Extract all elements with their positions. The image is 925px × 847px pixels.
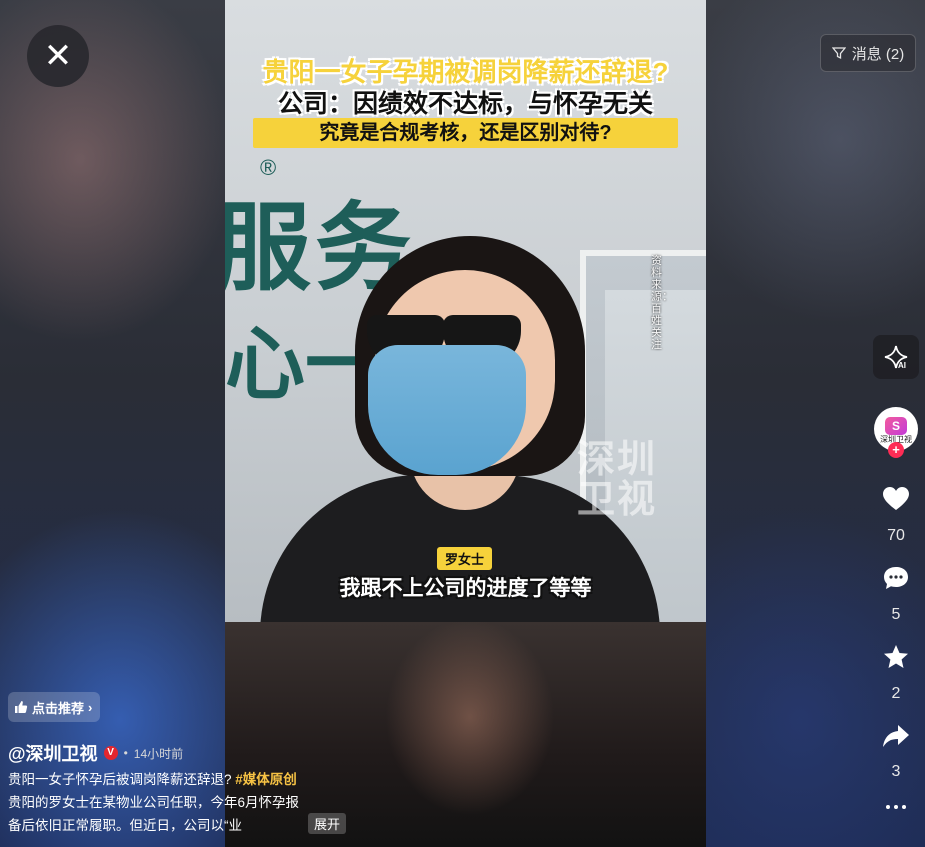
- star-icon: [884, 645, 908, 668]
- source-watermark: 资料来源：百姓关注: [651, 255, 673, 351]
- hashtag-link[interactable]: #媒体原创: [235, 772, 297, 787]
- share-icon: [883, 725, 909, 747]
- share-count: 3: [891, 763, 901, 780]
- filter-icon: [831, 47, 846, 60]
- comment-icon: [884, 567, 908, 589]
- heart-icon: [883, 487, 909, 510]
- chevron-right-icon: ›: [88, 699, 93, 715]
- thumbs-up-icon: [15, 701, 28, 713]
- author-row: @深圳卫视 V • 14小时前: [8, 740, 183, 766]
- comment-button[interactable]: [878, 562, 914, 594]
- video-headline-2: 公司：因绩效不达标，与怀孕无关: [277, 90, 653, 118]
- more-options-icon[interactable]: [880, 797, 912, 817]
- face-mask: [368, 345, 526, 475]
- brand-watermark-line1: 深圳: [577, 439, 658, 481]
- description-text-1: 贵阳一女子怀孕后被调岗降薪还辞退?: [8, 772, 236, 787]
- brand-watermark: 深圳 卫视: [577, 440, 657, 520]
- speaker-tag: 罗女士: [437, 547, 493, 570]
- author-name[interactable]: @深圳卫视: [8, 740, 98, 766]
- follow-button[interactable]: +: [888, 442, 904, 458]
- video-subtitle: 我跟不上公司的进度了等等: [339, 577, 592, 600]
- video-frame: ® 服务 心一 贵阳一女子孕期被调岗降薪还辞退? 公司：因绩效不达标，与怀孕无关…: [225, 0, 706, 622]
- ai-label: AI: [898, 361, 906, 370]
- like-button[interactable]: [878, 483, 914, 515]
- avatar-logo: S: [885, 417, 907, 435]
- comment-count: 5: [891, 606, 901, 623]
- brand-watermark-line2: 卫视: [577, 479, 658, 521]
- messages-button[interactable]: 消息 (2): [820, 34, 916, 72]
- video-player[interactable]: ® 服务 心一 贵阳一女子孕期被调岗降薪还辞退? 公司：因绩效不达标，与怀孕无关…: [225, 0, 706, 847]
- separator-dot: •: [123, 746, 128, 760]
- close-button[interactable]: ✕: [27, 25, 89, 87]
- ai-assistant-button[interactable]: AI: [873, 335, 919, 379]
- favorite-button[interactable]: [878, 641, 914, 673]
- video-headline-banner: 究竟是合规考核，还是区别对待?: [253, 118, 678, 148]
- favorite-count: 2: [891, 685, 901, 702]
- ai-sparkle-icon: AI: [884, 345, 908, 370]
- recommend-label: 点击推荐: [32, 700, 85, 716]
- messages-label: 消息 (2): [851, 45, 905, 63]
- post-time: 14小时前: [133, 746, 184, 761]
- description-text-2: 贵阳的罗女士在某物业公司任职，今年6月怀孕报备后依旧正常履职。但近日，公司以“业: [8, 795, 300, 833]
- like-count: 70: [887, 527, 905, 544]
- share-button[interactable]: [878, 720, 914, 752]
- verified-badge-icon: V: [103, 746, 118, 760]
- video-description: 贵阳一女子怀孕后被调岗降薪还辞退? #媒体原创 贵阳的罗女士在某物业公司任职，今…: [8, 768, 308, 837]
- recommend-button[interactable]: 点击推荐 ›: [8, 692, 101, 722]
- expand-button[interactable]: 展开: [308, 813, 347, 834]
